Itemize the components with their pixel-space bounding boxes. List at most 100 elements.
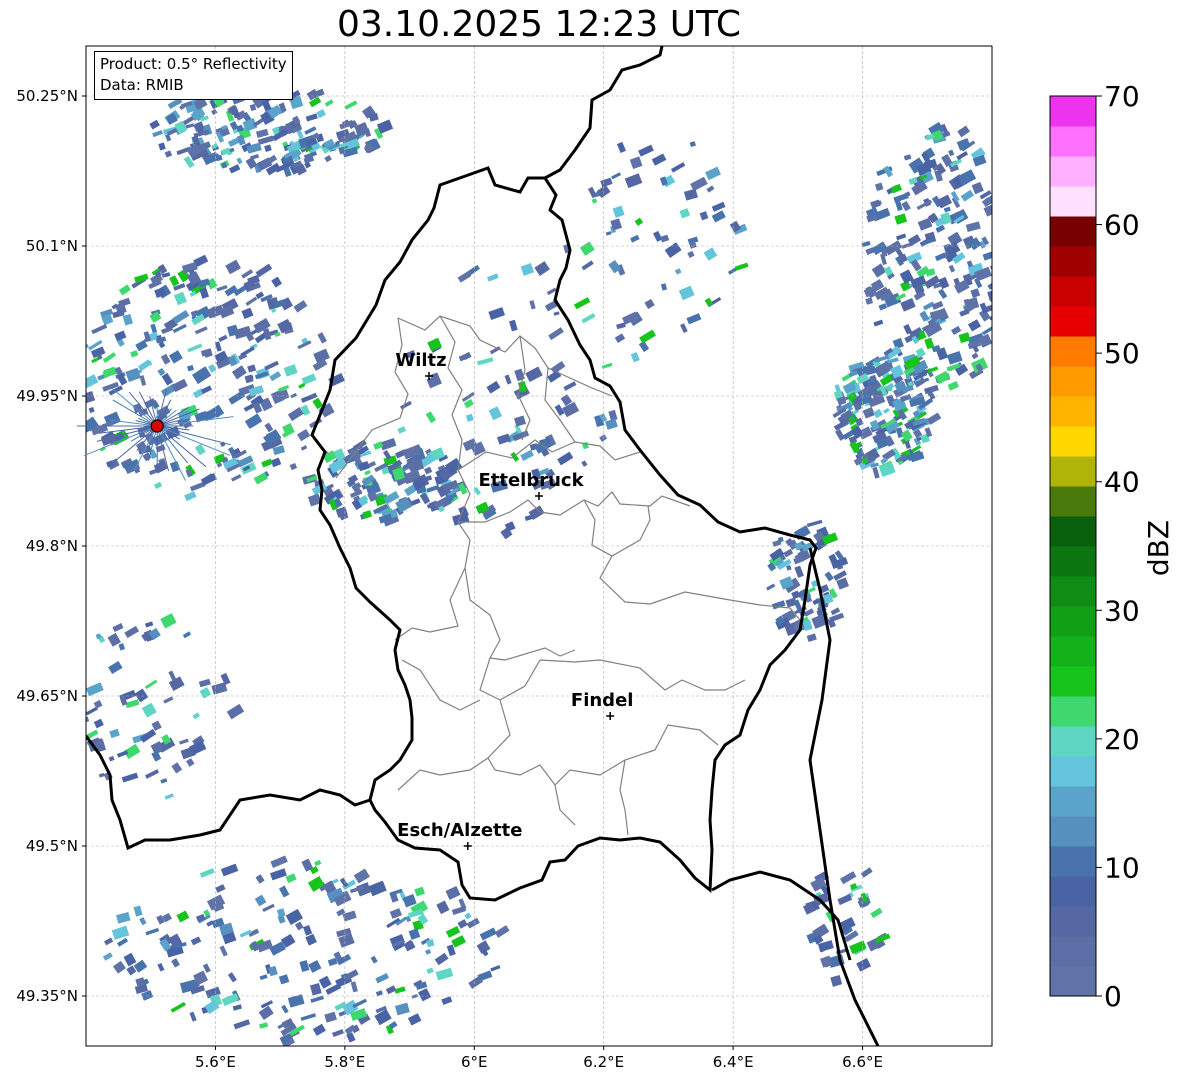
echo-pixel	[445, 925, 461, 938]
echo-pixel	[289, 462, 298, 471]
echo-pixel	[102, 352, 117, 364]
echo-pixel	[176, 910, 190, 923]
echo-pixel	[233, 1019, 251, 1030]
colorbar-segment	[1050, 876, 1096, 907]
product-label: Product: 0.5° Reflectivity	[100, 55, 287, 73]
echo-pixel	[375, 973, 390, 984]
echo-pixel	[370, 955, 378, 964]
echo-pixel	[108, 660, 123, 675]
colorbar-segment	[1050, 906, 1096, 937]
echo-pixel	[305, 113, 318, 122]
echo-pixel	[308, 960, 322, 973]
echo-pixel	[411, 993, 419, 999]
lat-tick-label: 50.25°N	[16, 87, 78, 105]
colorbar-segment	[1050, 756, 1096, 787]
echo-pixel	[379, 437, 397, 451]
echo-pixel	[670, 162, 686, 173]
echo-pixel	[182, 631, 192, 639]
radar-clutter	[156, 425, 231, 456]
echo-pixel	[218, 334, 228, 342]
echo-pixel	[840, 871, 857, 885]
echo-pixel	[281, 1004, 289, 1014]
colorbar-tick-label: 10	[1104, 851, 1140, 884]
echo-pixel	[434, 952, 449, 966]
echo-pixel	[258, 1005, 274, 1020]
echo-pixel	[856, 958, 872, 972]
colorbar-segment	[1050, 846, 1096, 877]
echo-pixel	[895, 233, 907, 241]
echo-pixel	[878, 461, 896, 477]
echo-pixel	[168, 350, 183, 364]
echo-pixel	[227, 972, 237, 983]
echo-pixel	[247, 364, 257, 373]
echo-pixel	[302, 924, 313, 936]
colorbar-segment	[1050, 456, 1096, 487]
colorbar-segment	[1050, 786, 1096, 817]
echo-pixel	[873, 319, 884, 327]
echo-pixel	[189, 1011, 197, 1022]
echo-pixel	[121, 772, 139, 783]
echo-pixel	[139, 917, 147, 926]
echo-pixel	[999, 280, 1007, 292]
echo-pixel	[316, 109, 326, 119]
echo-pixel	[965, 221, 981, 232]
lon-tick-label: 6.2°E	[583, 1053, 624, 1071]
echo-pixel	[835, 429, 846, 441]
echo-pixel	[824, 571, 834, 582]
echo-pixel	[504, 374, 512, 385]
echo-pixel	[783, 548, 794, 558]
echo-pixel	[951, 325, 962, 336]
echo-pixel	[168, 676, 185, 692]
echo-pixel	[418, 988, 432, 1002]
echo-pixel	[231, 365, 247, 380]
echo-pixel	[901, 200, 911, 212]
colorbar-segment	[1050, 336, 1096, 367]
echo-pixel	[997, 280, 1012, 287]
echo-pixel	[157, 962, 165, 972]
echo-pixel	[520, 449, 534, 461]
echo-pixel	[228, 390, 246, 405]
echo-pixel	[938, 288, 948, 299]
echo-pixel	[488, 406, 503, 421]
echo-pixel	[394, 1002, 410, 1016]
echo-pixel	[195, 913, 206, 923]
echo-pixel	[423, 466, 433, 475]
echo-pixel	[170, 1001, 186, 1013]
colorbar-ticks: 0 10 20 30 40 50 60 70	[1096, 80, 1140, 1013]
echo-pixel	[207, 363, 217, 373]
colorbar-segment	[1050, 276, 1096, 307]
echo-pixel	[145, 927, 160, 936]
echo-pixel	[114, 330, 127, 342]
echo-pixel	[305, 933, 317, 946]
echo-pixel	[806, 519, 823, 528]
echo-pixel	[612, 205, 625, 218]
echo-pixel	[216, 284, 228, 292]
echo-pixel	[938, 276, 950, 290]
colorbar-segment	[1050, 696, 1096, 727]
echo-pixel	[125, 699, 140, 709]
echo-pixel	[368, 880, 387, 897]
echo-pixel	[187, 343, 203, 353]
echo-pixel	[441, 996, 453, 1005]
echo-pixel	[221, 993, 240, 1007]
graticule	[86, 46, 992, 1046]
echo-pixel	[172, 309, 190, 325]
colorbar-segment	[1050, 126, 1096, 157]
echo-pixel	[871, 263, 887, 278]
echo-pixel	[660, 283, 668, 291]
echo-pixel	[686, 313, 702, 325]
echo-pixel	[118, 284, 131, 296]
colorbar-segment	[1050, 636, 1096, 667]
echo-pixel	[261, 458, 273, 468]
colorbar-tick-label: 0	[1104, 980, 1122, 1013]
echo-pixel	[407, 1013, 422, 1026]
colorbar-segment	[1050, 576, 1096, 607]
colorbar-tick-label: 20	[1104, 723, 1140, 756]
echo-pixel	[870, 907, 883, 919]
colorbar-segment	[1050, 546, 1096, 577]
echo-pixel	[991, 318, 992, 326]
city-label: Wiltz	[395, 350, 446, 371]
colorbar-label: dBZ	[1142, 520, 1175, 576]
echo-pixel	[309, 983, 322, 996]
colorbar-tick-label: 40	[1104, 466, 1140, 499]
